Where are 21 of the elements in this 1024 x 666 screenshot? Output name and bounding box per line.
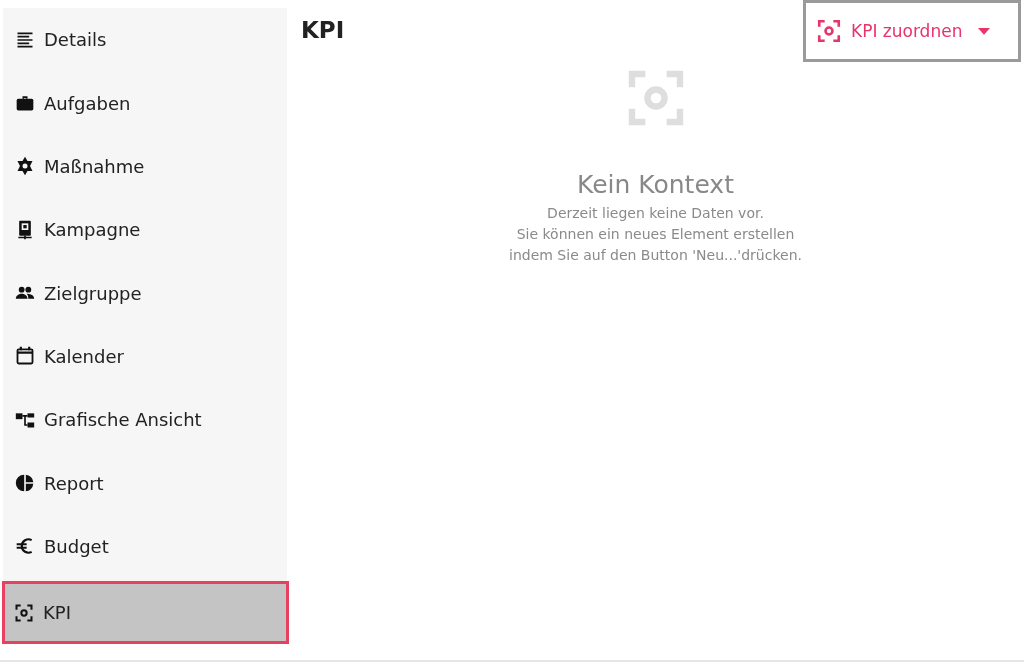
sidebar-item[interactable]: Grafische Ansicht [3,388,287,452]
sidebar-item[interactable]: Aufgaben [3,71,287,135]
calendar-icon [15,346,35,367]
sidebar-item[interactable]: KPI [2,581,289,644]
sidebar-item[interactable]: Maßnahme [3,134,287,199]
sidebar-item[interactable]: Details [3,8,287,72]
gear-icon [15,156,35,177]
empty-state-title: Kein Kontext [577,170,734,199]
focus-icon [816,18,842,44]
empty-state-message: Derzeit liegen keine Daten vor. Sie können ein neues Element erstellen indem Sie auf den Button 'Neu...'drücken. [509,204,802,265]
euro-icon [15,536,35,557]
sidebar-item[interactable]: Zielgruppe [3,261,287,325]
briefcase-icon [15,93,35,113]
pie-chart-icon [15,473,35,494]
sidebar-item[interactable]: Kampagne [3,198,287,262]
focus-icon [14,602,34,623]
sidebar-item[interactable]: Report [3,451,287,515]
page-title: KPI [301,17,345,43]
sidebar-item[interactable]: Budget [3,514,287,579]
sidebar-item[interactable]: Kalender [3,324,287,389]
kiosk-icon [15,219,35,240]
